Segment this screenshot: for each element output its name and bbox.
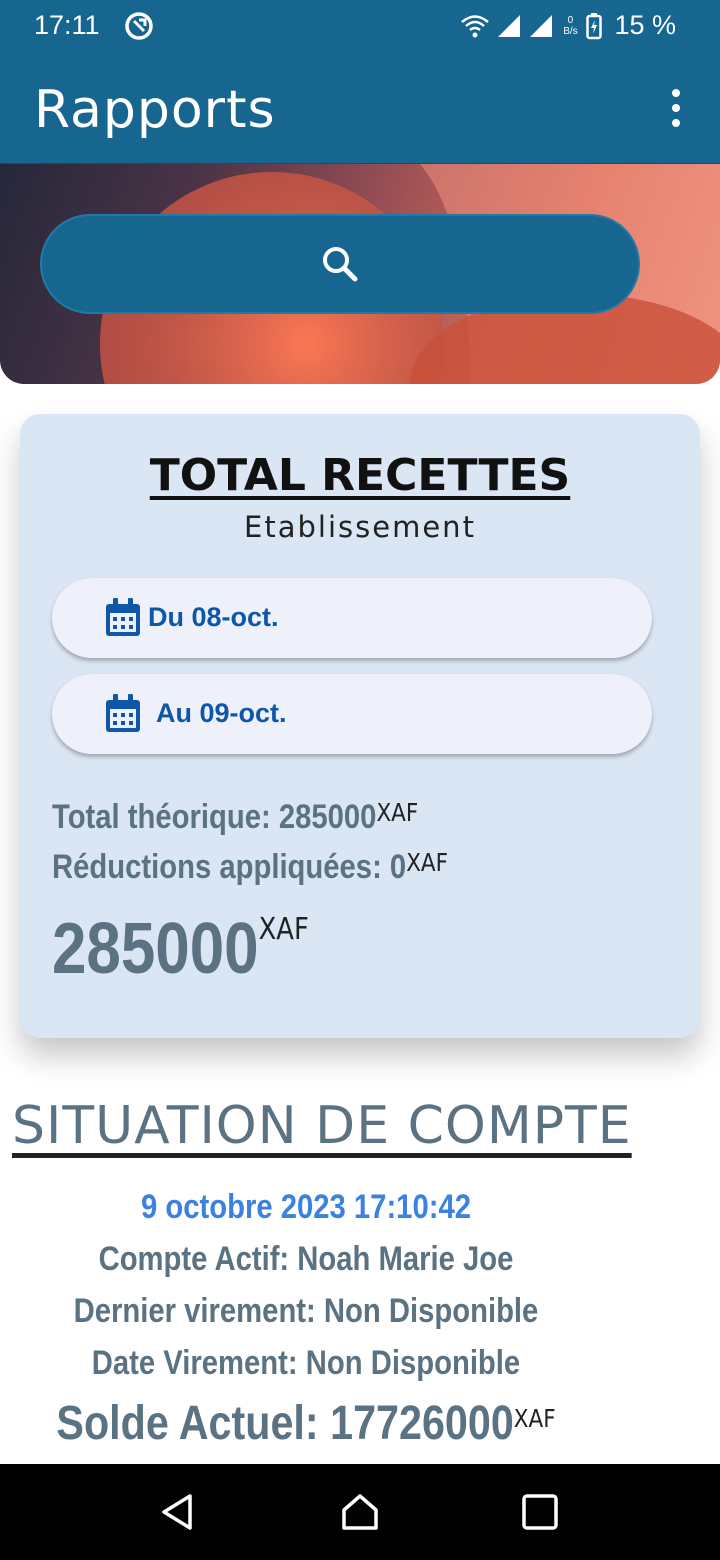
system-nav-bar [0, 1464, 720, 1560]
situation-title: SITUATION DE COMPTE [12, 1096, 632, 1156]
date-to-button[interactable]: Au 09-oct. [52, 674, 652, 754]
hero-banner [0, 164, 720, 384]
calendar-icon [106, 598, 140, 636]
net-speed-unit: B/s [563, 25, 578, 37]
currency-unit: XAF [376, 798, 419, 827]
total-theorique: Total théorique: 285000XAF [52, 798, 418, 837]
last-transfer: Dernier virement: Non Disponible [73, 1292, 539, 1330]
card-title: TOTAL RECETTES [149, 450, 571, 501]
home-icon[interactable] [340, 1492, 380, 1532]
battery-percent: 15 % [614, 10, 676, 40]
total-amount-value: 285000 [52, 909, 259, 989]
net-speed: 0 B/s [560, 15, 580, 37]
date-from-label: Du 08-oct. [148, 602, 279, 632]
search-button[interactable] [40, 214, 640, 314]
signal-icon-2 [530, 14, 553, 37]
net-speed-value: 0 [567, 14, 574, 26]
screen: 17:11 0 B/s 15 % Rapports TOTAL RECETTES… [0, 0, 720, 1560]
status-time: 17:11 [34, 10, 100, 40]
total-amount: 285000XAF [52, 908, 309, 990]
currency-unit: XAF [406, 848, 449, 877]
search-icon [323, 247, 358, 282]
more-vert-icon[interactable] [668, 88, 684, 128]
total-theorique-value: Total théorique: 285000 [52, 798, 377, 836]
current-balance-value: Solde Actuel: 17726000 [56, 1397, 514, 1450]
transfer-date: Date Virement: Non Disponible [91, 1344, 521, 1382]
calendar-icon [106, 694, 140, 732]
date-to-label: Au 09-oct. [156, 698, 287, 728]
reductions-value: Réductions appliquées: 0 [52, 848, 407, 886]
date-from-button[interactable]: Du 08-oct. [52, 578, 652, 658]
card-subtitle: Etablissement [244, 510, 476, 544]
currency-unit: XAF [513, 1404, 556, 1433]
total-recettes-card: TOTAL RECETTES Etablissement Du 08-oct. [20, 414, 700, 1038]
situation-datetime: 9 octobre 2023 17:10:42 [141, 1188, 471, 1226]
wifi-icon [461, 14, 490, 37]
app-bar: Rapports [0, 52, 720, 164]
app-title: Rapports [34, 80, 276, 140]
active-account: Compte Actif: Noah Marie Joe [98, 1240, 514, 1278]
back-icon[interactable] [158, 1492, 198, 1532]
status-icons: 0 B/s 15 % [460, 10, 676, 41]
recents-icon[interactable] [520, 1492, 560, 1532]
signal-icon [498, 14, 521, 37]
battery-charging-icon [586, 12, 603, 39]
app-notification-icon [125, 12, 153, 40]
status-bar: 17:11 0 B/s 15 % [0, 0, 720, 52]
reductions-appliquees: Réductions appliquées: 0XAF [52, 848, 448, 887]
current-balance: Solde Actuel: 17726000XAF [43, 1396, 569, 1451]
currency-unit: XAF [258, 912, 309, 947]
